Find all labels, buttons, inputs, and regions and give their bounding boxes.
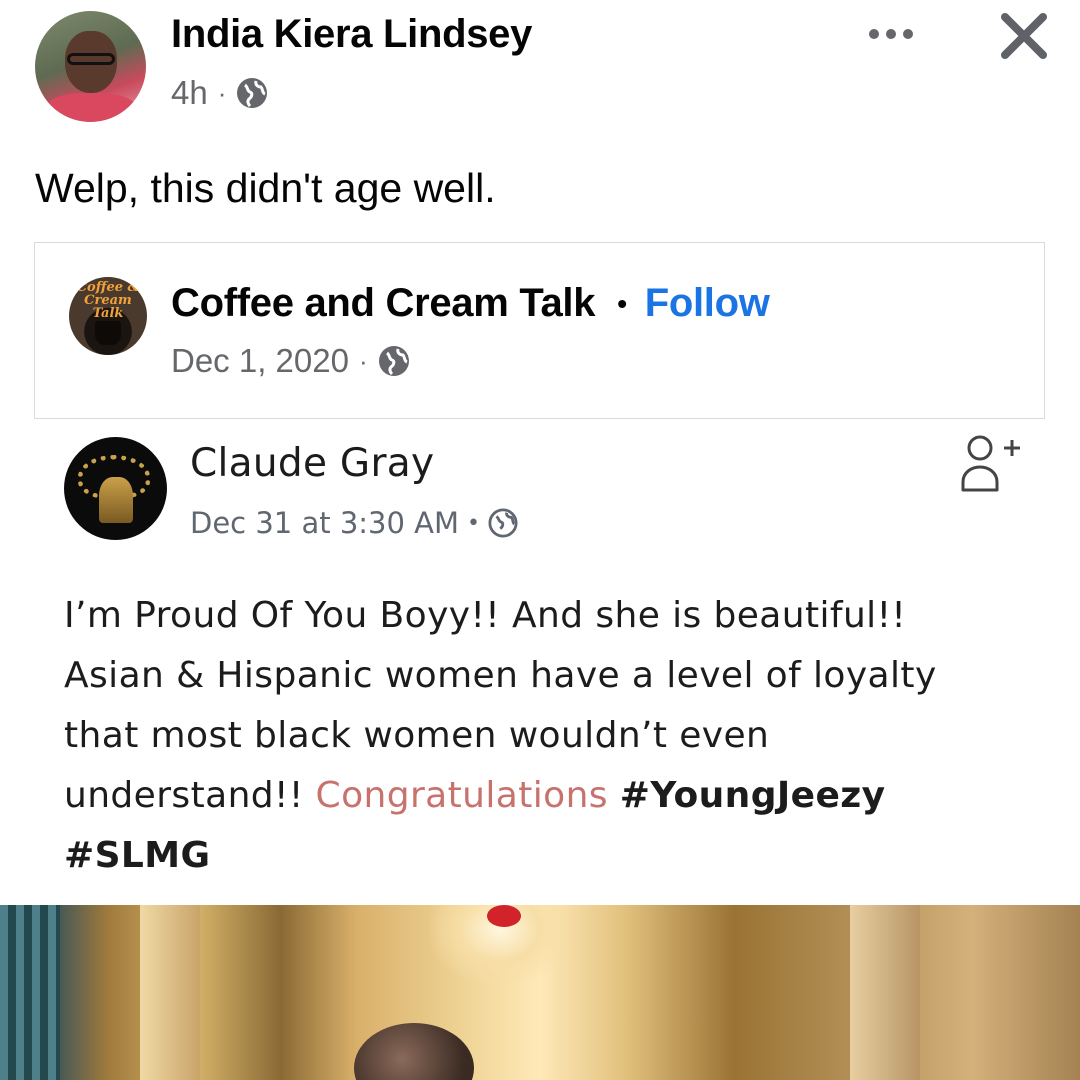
author-avatar[interactable] <box>35 11 146 122</box>
photo-curtain <box>0 905 60 1080</box>
page-avatar[interactable]: Coffee & Cream Talk <box>69 277 147 355</box>
text-line: understand!! Congratulations #YoungJeezy <box>64 766 1024 826</box>
inner-author-name: Claude Gray <box>190 441 435 486</box>
globe-icon <box>378 346 409 376</box>
photo-pillar <box>140 905 200 1080</box>
more-options-icon[interactable] <box>860 14 922 54</box>
photo-light <box>487 905 521 927</box>
shared-meta: Dec 1, 2020 · <box>171 342 410 380</box>
text-segment: understand!! <box>64 775 316 816</box>
dot <box>903 29 913 39</box>
inner-post-text: I’m Proud Of You Boyy!! And she is beaut… <box>64 586 1024 886</box>
avatar-glasses <box>67 53 115 65</box>
highlight-text: Congratulations <box>315 775 608 816</box>
dot <box>869 29 879 39</box>
follow-button[interactable]: Follow <box>645 281 770 326</box>
hashtag: #YoungJeezy <box>619 775 886 816</box>
page-logo-text: Coffee & Cream Talk <box>76 280 140 321</box>
globe-icon <box>237 78 268 108</box>
shared-header: Coffee and Cream Talk • Follow <box>171 281 770 326</box>
name-separator: • <box>617 287 627 319</box>
photo-pillar <box>850 905 920 1080</box>
globe-icon <box>488 508 518 538</box>
hashtag: #SLMG <box>64 835 211 876</box>
close-icon[interactable] <box>995 7 1053 65</box>
pharaoh-mask-icon <box>99 477 133 523</box>
post-caption: Welp, this didn't age well. <box>35 165 496 211</box>
page-name[interactable]: Coffee and Cream Talk <box>171 281 596 326</box>
add-friend-icon <box>961 435 1020 492</box>
post-meta: 4h · <box>171 74 268 112</box>
inner-timestamp: Dec 31 at 3:30 AM <box>190 506 460 540</box>
author-name[interactable]: India Kiera Lindsey <box>171 12 532 57</box>
avatar-shirt <box>45 93 137 122</box>
coffee-cup-icon <box>95 321 121 345</box>
post-time[interactable]: 4h <box>171 74 208 112</box>
photo-person <box>354 1023 474 1080</box>
text-line: I’m Proud Of You Boyy!! And she is beaut… <box>64 595 907 636</box>
inner-author-avatar <box>64 437 167 540</box>
shared-date[interactable]: Dec 1, 2020 <box>171 342 349 380</box>
inner-post-meta: Dec 31 at 3:30 AM • <box>190 506 518 540</box>
meta-separator: · <box>217 77 227 108</box>
text-line: Asian & Hispanic women have a level of l… <box>64 655 937 696</box>
meta-separator: • <box>467 510 480 536</box>
text-line: that most black women wouldn’t even <box>64 715 770 756</box>
meta-separator: · <box>358 345 368 376</box>
post-photo[interactable] <box>0 905 1080 1080</box>
dot <box>886 29 896 39</box>
